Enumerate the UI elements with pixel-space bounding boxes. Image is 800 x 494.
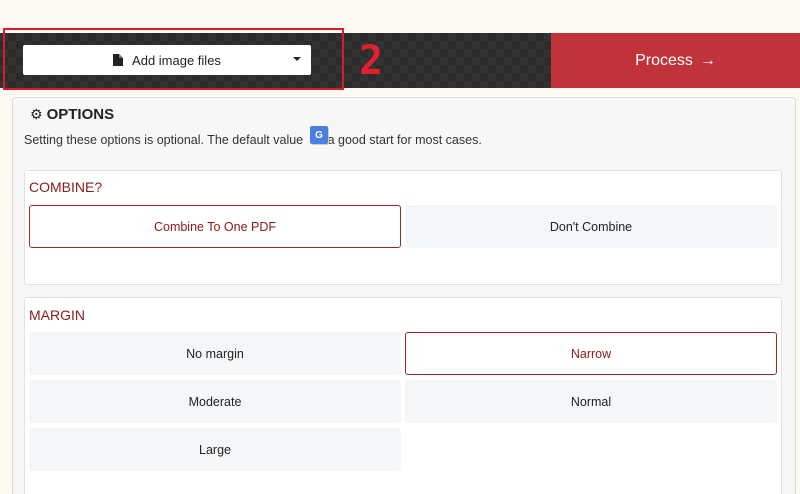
chevron-down-icon: [293, 57, 301, 61]
option-normal[interactable]: Normal: [405, 380, 777, 423]
add-image-files-dropdown[interactable]: Add image files: [23, 45, 311, 75]
margin-title: MARGIN: [29, 307, 85, 323]
option-moderate[interactable]: Moderate: [29, 380, 401, 423]
option-combine-to-one-pdf[interactable]: Combine To One PDF: [29, 205, 401, 248]
file-icon: [113, 54, 124, 66]
translate-icon[interactable]: G: [310, 126, 328, 144]
options-description: Setting these options is optional. The d…: [24, 133, 482, 147]
option-no-margin[interactable]: No margin: [29, 332, 401, 375]
combine-title: COMBINE?: [29, 179, 103, 195]
process-button[interactable]: Process →: [551, 33, 800, 88]
options-title: OPTIONS: [46, 106, 115, 123]
arrow-right-icon: →: [699, 51, 716, 69]
annotation-step-number: 2: [359, 38, 384, 84]
add-image-files-label: Add image files: [132, 52, 221, 68]
process-button-label: Process: [635, 51, 693, 69]
option-large[interactable]: Large: [29, 428, 401, 471]
gear-icon: ⚙: [30, 106, 43, 122]
options-heading: ⚙ OPTIONS: [30, 106, 114, 123]
option-narrow[interactable]: Narrow: [405, 332, 777, 375]
option-dont-combine[interactable]: Don't Combine: [405, 205, 777, 248]
